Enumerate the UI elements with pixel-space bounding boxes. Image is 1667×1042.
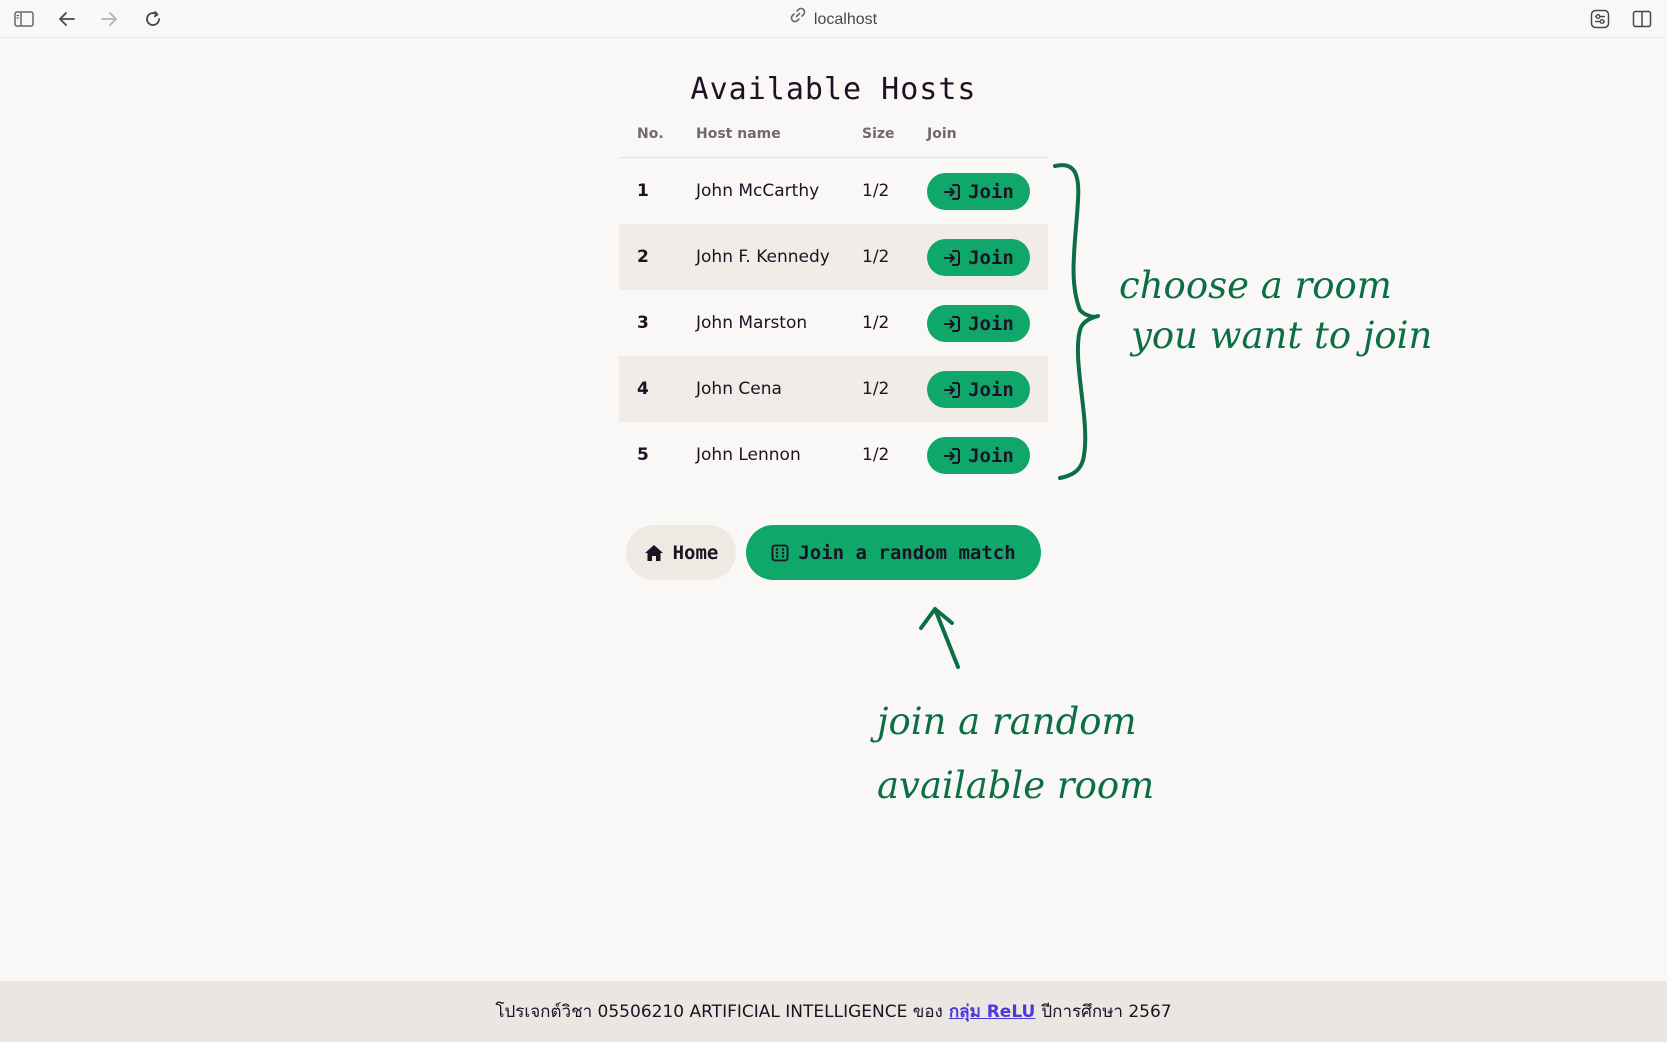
- table-row: 5 John Lennon 1/2 Join: [619, 422, 1048, 488]
- host-name: John Marston: [696, 313, 808, 333]
- join-label: Join: [968, 180, 1014, 203]
- arrow-mark: [919, 607, 960, 669]
- browser-toolbar: localhost: [0, 0, 1667, 38]
- rooms-annotation-line2: you want to join: [1131, 314, 1433, 357]
- join-label: Join: [968, 312, 1014, 335]
- join-button[interactable]: Join: [927, 305, 1030, 342]
- host-name: John McCarthy: [696, 181, 820, 201]
- join-label: Join: [968, 444, 1014, 467]
- join-button[interactable]: Join: [927, 437, 1030, 474]
- url-text: localhost: [813, 11, 878, 29]
- row-number: 2: [637, 247, 649, 267]
- page-title: Available Hosts: [690, 72, 977, 107]
- table-row: 3 John Marston 1/2 Join: [619, 290, 1048, 356]
- row-number: 4: [637, 379, 649, 399]
- dice-icon: [771, 544, 789, 562]
- join-random-match-button[interactable]: Join a random match: [746, 525, 1041, 580]
- address-bar[interactable]: localhost: [0, 7, 1667, 29]
- room-size: 1/2: [862, 181, 890, 201]
- house-icon: [644, 544, 664, 562]
- split-view-icon[interactable]: [1630, 7, 1654, 31]
- enter-icon: [943, 183, 961, 201]
- curly-brace-mark: [1053, 163, 1100, 480]
- header-join: Join: [927, 126, 957, 142]
- join-label: Join: [968, 378, 1014, 401]
- room-size: 1/2: [862, 379, 890, 399]
- row-number: 5: [637, 445, 649, 465]
- header-host-name: Host name: [696, 126, 781, 142]
- header-no: No.: [637, 126, 664, 142]
- footer-prefix: โปรเจกต์วิชา 05506210 ARTIFICIAL INTELLI…: [495, 1002, 943, 1022]
- room-size: 1/2: [862, 313, 890, 333]
- join-button[interactable]: Join: [927, 239, 1030, 276]
- link-icon: [790, 7, 806, 29]
- join-button[interactable]: Join: [927, 371, 1030, 408]
- join-button[interactable]: Join: [927, 173, 1030, 210]
- enter-icon: [943, 447, 961, 465]
- enter-icon: [943, 315, 961, 333]
- table-row: 1 John McCarthy 1/2 Join: [619, 158, 1048, 224]
- random-annotation-line2: available room: [877, 764, 1155, 807]
- extension-icon[interactable]: [1588, 7, 1612, 31]
- join-random-label: Join a random match: [798, 541, 1016, 564]
- join-label: Join: [968, 246, 1014, 269]
- footer: โปรเจกต์วิชา 05506210 ARTIFICIAL INTELLI…: [0, 981, 1667, 1042]
- row-number: 3: [637, 313, 649, 333]
- table-header: No. Host name Size Join: [619, 118, 1048, 158]
- group-link[interactable]: กลุ่ม ReLU: [949, 998, 1036, 1025]
- enter-icon: [943, 381, 961, 399]
- row-number: 1: [637, 181, 649, 201]
- table-row: 4 John Cena 1/2 Join: [619, 356, 1048, 422]
- enter-icon: [943, 249, 961, 267]
- random-annotation: join a random available room: [877, 690, 1154, 818]
- host-name: John Lennon: [696, 445, 801, 465]
- rooms-annotation-line1: choose a room: [1119, 264, 1392, 307]
- random-annotation-line1: join a random: [877, 700, 1137, 743]
- host-name: John F. Kennedy: [696, 247, 830, 267]
- hosts-table: No. Host name Size Join 1 John McCarthy …: [619, 118, 1048, 488]
- header-size: Size: [862, 126, 895, 142]
- host-name: John Cena: [696, 379, 782, 399]
- home-label: Home: [672, 541, 719, 564]
- room-size: 1/2: [862, 445, 890, 465]
- table-row: 2 John F. Kennedy 1/2 Join: [619, 224, 1048, 290]
- footer-suffix: ปีการศึกษา 2567: [1041, 1002, 1172, 1022]
- home-button[interactable]: Home: [626, 525, 736, 580]
- rooms-annotation: choose a room you want to join: [1119, 261, 1432, 361]
- room-size: 1/2: [862, 247, 890, 267]
